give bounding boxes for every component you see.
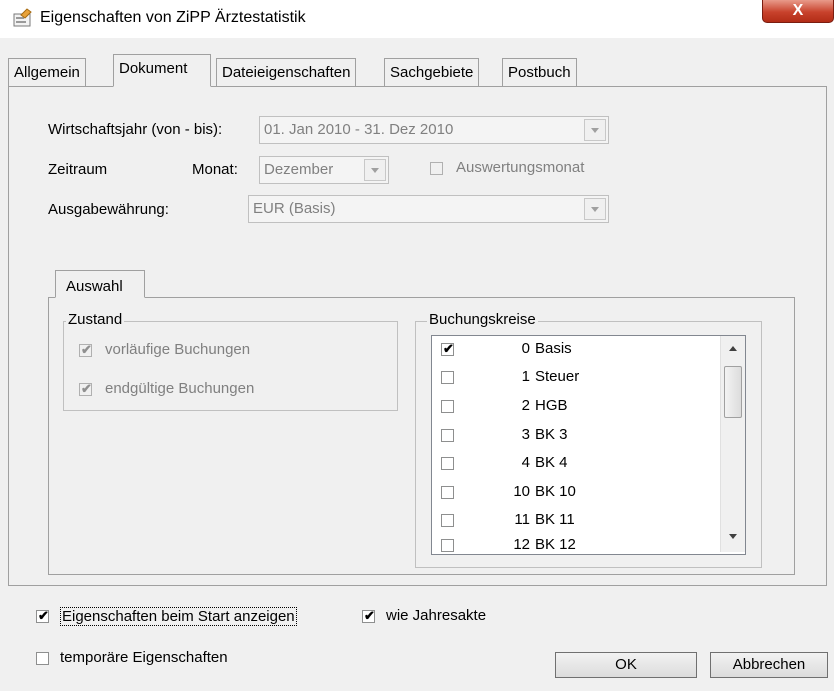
row-number: 0 — [521, 340, 530, 357]
list-item[interactable]: ✔ 0 Basis — [432, 338, 722, 361]
check-icon: ✔ — [81, 381, 92, 396]
row-checkbox[interactable] — [441, 486, 454, 499]
row-checkbox[interactable] — [441, 457, 454, 470]
fiscal-year-select[interactable]: 01. Jan 2010 - 31. Dez 2010 — [259, 116, 609, 144]
chevron-down-icon[interactable] — [584, 119, 606, 141]
row-number: 12 — [513, 536, 530, 553]
row-checkbox[interactable] — [441, 400, 454, 413]
close-button[interactable]: X — [762, 0, 834, 23]
row-name: BK 10 — [535, 483, 576, 500]
zustand-group — [63, 321, 398, 411]
row-name: BK 3 — [535, 426, 568, 443]
temporary-label: temporäre Eigenschaften — [60, 649, 228, 666]
final-bookings-label: endgültige Buchungen — [105, 380, 255, 397]
row-name: HGB — [535, 397, 568, 414]
row-number: 2 — [521, 397, 530, 414]
month-value: Dezember — [264, 161, 334, 178]
evaluation-month-checkbox[interactable] — [430, 162, 443, 175]
row-name: BK 11 — [535, 511, 575, 528]
list-item[interactable]: 12 BK 12 — [432, 534, 722, 554]
list-item[interactable]: 4 BK 4 — [432, 452, 722, 475]
check-icon: ✔ — [81, 342, 92, 357]
row-number: 3 — [521, 426, 530, 443]
fiscal-year-value: 01. Jan 2010 - 31. Dez 2010 — [264, 121, 454, 138]
list-item[interactable]: 3 BK 3 — [432, 424, 722, 447]
tab-dokument[interactable]: Dokument — [113, 54, 211, 87]
provisional-bookings-label: vorläufige Buchungen — [105, 341, 251, 358]
row-checkbox[interactable] — [441, 429, 454, 442]
ok-button[interactable]: OK — [555, 652, 697, 678]
currency-select[interactable]: EUR (Basis) — [248, 195, 609, 223]
fiscal-year-label: Wirtschaftsjahr (von - bis): — [48, 121, 223, 138]
scroll-thumb[interactable] — [724, 366, 742, 418]
chevron-down-icon[interactable] — [364, 159, 386, 181]
show-at-start-checkbox[interactable]: ✔ — [36, 608, 49, 623]
row-name: Basis — [535, 340, 572, 357]
row-checkbox[interactable] — [441, 371, 454, 384]
properties-icon — [13, 8, 32, 27]
zustand-title: Zustand — [66, 311, 125, 328]
like-annual-file-checkbox[interactable]: ✔ — [362, 608, 375, 623]
evaluation-month-label: Auswertungsmonat — [456, 159, 585, 176]
row-number: 4 — [521, 454, 530, 471]
row-name: BK 12 — [535, 536, 576, 553]
list-item[interactable]: 2 HGB — [432, 395, 722, 418]
row-checkbox[interactable]: ✔ — [441, 341, 454, 356]
buchungskreise-title: Buchungskreise — [427, 311, 538, 328]
chevron-down-icon[interactable] — [584, 198, 606, 220]
list-scrollbar[interactable] — [720, 336, 745, 552]
month-label: Monat: — [192, 161, 238, 178]
row-number: 10 — [513, 483, 530, 500]
tab-dateieigenschaften[interactable]: Dateieigenschaften — [216, 58, 357, 86]
show-at-start-label[interactable]: Eigenschaften beim Start anzeigen — [60, 607, 297, 626]
list-item[interactable]: 11 BK 11 — [432, 509, 722, 532]
check-icon: ✔ — [38, 608, 49, 623]
row-checkbox[interactable] — [441, 514, 454, 527]
check-icon: ✔ — [443, 341, 454, 356]
chevron-down-icon[interactable] — [729, 534, 737, 539]
final-bookings-checkbox[interactable]: ✔ — [79, 381, 92, 396]
tab-allgemein[interactable]: Allgemein — [8, 58, 86, 86]
row-number: 11 — [514, 511, 530, 528]
temporary-checkbox[interactable] — [36, 652, 49, 665]
currency-label: Ausgabewährung: — [48, 201, 169, 218]
provisional-bookings-checkbox[interactable]: ✔ — [79, 342, 92, 357]
row-number: 1 — [521, 368, 530, 385]
tab-auswahl[interactable]: Auswahl — [55, 270, 145, 298]
tab-sachgebiete[interactable]: Sachgebiete — [384, 58, 480, 86]
close-icon: X — [792, 2, 804, 19]
buchungskreise-list[interactable]: ✔ 0 Basis 1 Steuer 2 HGB 3 BK 3 4 BK 4 1… — [431, 335, 746, 555]
month-select[interactable]: Dezember — [259, 156, 389, 184]
row-name: Steuer — [535, 368, 580, 385]
like-annual-file-label: wie Jahresakte — [386, 607, 487, 624]
window-title: Eigenschaften von ZiPP Ärztestatistik — [40, 9, 306, 26]
tab-postbuch[interactable]: Postbuch — [502, 58, 577, 86]
row-checkbox[interactable] — [441, 539, 454, 552]
list-item[interactable]: 1 Steuer — [432, 366, 722, 389]
period-label: Zeitraum — [48, 161, 108, 178]
currency-value: EUR (Basis) — [253, 200, 336, 217]
check-icon: ✔ — [364, 608, 375, 623]
row-name: BK 4 — [535, 454, 568, 471]
list-item[interactable]: 10 BK 10 — [432, 481, 722, 504]
chevron-up-icon[interactable] — [729, 346, 737, 351]
cancel-button[interactable]: Abbrechen — [710, 652, 828, 678]
